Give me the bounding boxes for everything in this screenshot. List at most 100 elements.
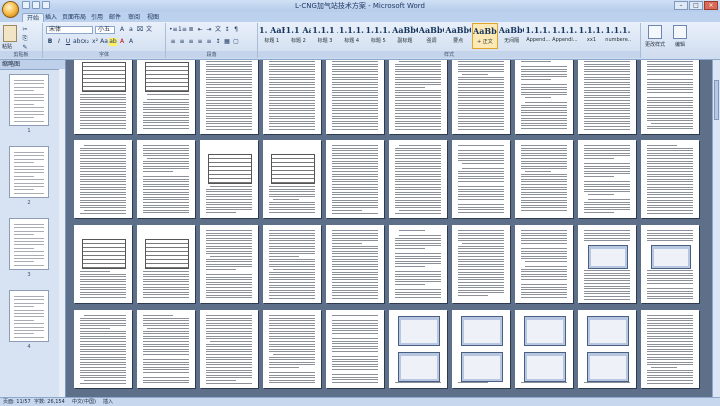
style-item[interactable]: 1.1 Aa 标题 2 (286, 23, 312, 49)
document-page[interactable] (200, 60, 258, 134)
bold-icon[interactable]: B (46, 38, 54, 46)
tab-review[interactable]: 审阅 (124, 13, 144, 22)
style-item[interactable]: 1. AaE 标题 1 (259, 23, 285, 49)
paste-button[interactable] (3, 25, 17, 42)
document-page[interactable] (452, 60, 510, 134)
page-thumbnail[interactable] (9, 218, 49, 270)
copy-icon[interactable]: ⎘ (21, 35, 29, 43)
document-page[interactable] (641, 140, 699, 218)
page-thumbnail[interactable] (9, 290, 49, 342)
maximize-button[interactable]: □ (689, 1, 703, 10)
bullets-icon[interactable]: •≡ (169, 26, 178, 34)
line-spacing-icon[interactable]: ↕ (214, 38, 222, 46)
document-page[interactable] (515, 310, 573, 388)
superscript-icon[interactable]: x² (91, 38, 99, 46)
document-page[interactable] (137, 225, 195, 303)
close-button[interactable]: × (704, 1, 718, 10)
clear-format-icon[interactable]: ⌧ (136, 26, 144, 34)
document-page[interactable] (200, 225, 258, 303)
vertical-scrollbar[interactable] (712, 60, 720, 397)
document-page[interactable] (326, 310, 384, 388)
chinese-layout-icon[interactable]: 文 (214, 26, 222, 34)
document-page[interactable] (578, 60, 636, 134)
show-marks-icon[interactable]: ¶ (232, 26, 240, 34)
underline-icon[interactable]: U (64, 38, 72, 46)
tab-view[interactable]: 视图 (143, 13, 163, 22)
style-item[interactable]: 1.1.1.1.1 Append... (525, 23, 551, 49)
document-page[interactable] (74, 225, 132, 303)
tab-references[interactable]: 引用 (87, 13, 107, 22)
document-page[interactable] (263, 310, 321, 388)
strikethrough-icon[interactable]: abc (73, 38, 84, 46)
style-item[interactable]: 1.1.1.1 标题 4 (339, 23, 365, 49)
document-page[interactable] (326, 140, 384, 218)
font-size-box[interactable]: 小五 (95, 26, 115, 34)
change-styles-button[interactable]: 更改样式 (644, 25, 666, 51)
document-page[interactable] (200, 140, 258, 218)
document-page[interactable] (641, 225, 699, 303)
document-page[interactable] (389, 140, 447, 218)
document-page[interactable] (578, 310, 636, 388)
style-item[interactable]: AaBbCcDc 无间隔 (499, 23, 525, 49)
document-page[interactable] (263, 60, 321, 134)
document-page[interactable] (263, 140, 321, 218)
decrease-indent-icon[interactable]: ⇤ (196, 26, 204, 34)
document-page[interactable] (263, 225, 321, 303)
office-button[interactable] (2, 1, 19, 18)
document-page[interactable] (515, 140, 573, 218)
style-item[interactable]: 1.1.1.1.1 numbere... (605, 23, 631, 49)
document-page[interactable] (452, 140, 510, 218)
document-page[interactable] (74, 60, 132, 134)
style-item[interactable]: AaBbC 副标题 (392, 23, 418, 49)
document-canvas[interactable] (66, 60, 712, 397)
document-page[interactable] (200, 310, 258, 388)
phonetic-icon[interactable]: 文 (145, 26, 153, 34)
document-page[interactable] (578, 225, 636, 303)
document-page[interactable] (515, 60, 573, 134)
increase-indent-icon[interactable]: ⇥ (205, 26, 213, 34)
document-page[interactable] (389, 310, 447, 388)
multilevel-list-icon[interactable]: ≣ (187, 26, 195, 34)
highlight-icon[interactable]: ab (109, 38, 117, 46)
document-page[interactable] (389, 60, 447, 134)
style-item[interactable]: 1.1.1.1.1 标题 5 (366, 23, 392, 49)
document-page[interactable] (641, 310, 699, 388)
document-page[interactable] (74, 310, 132, 388)
numbering-icon[interactable]: 1≡ (178, 26, 187, 34)
shading-icon[interactable]: ▦ (223, 38, 231, 46)
page-thumbnail[interactable] (9, 146, 49, 198)
document-page[interactable] (326, 225, 384, 303)
document-page[interactable] (641, 60, 699, 134)
font-color-icon[interactable]: A (118, 38, 126, 46)
align-right-icon[interactable]: ≡ (187, 38, 195, 46)
style-item[interactable]: 1.1.1 A 标题 3 (312, 23, 338, 49)
align-center-icon[interactable]: ≡ (178, 38, 186, 46)
document-page[interactable] (137, 310, 195, 388)
document-page[interactable] (326, 60, 384, 134)
document-page[interactable] (74, 140, 132, 218)
style-item[interactable]: AaBbCcL + 正文 (472, 23, 498, 49)
document-page[interactable] (137, 60, 195, 134)
shrink-font-icon[interactable]: a (127, 26, 135, 34)
editing-button[interactable]: 编辑 (669, 25, 691, 51)
sort-icon[interactable]: ↕ (223, 26, 231, 34)
grow-font-icon[interactable]: A (118, 26, 126, 34)
scrollbar-thumb[interactable] (714, 80, 719, 120)
style-item[interactable]: 1.1.1.1.1 xx1 (579, 23, 605, 49)
document-page[interactable] (578, 140, 636, 218)
minimize-button[interactable]: – (674, 1, 688, 10)
document-page[interactable] (452, 225, 510, 303)
document-page[interactable] (515, 225, 573, 303)
style-item[interactable]: AaBbCcL 强调 (419, 23, 445, 49)
subscript-icon[interactable]: x₂ (82, 38, 90, 46)
tab-page-layout[interactable]: 页面布局 (58, 13, 90, 22)
tab-mailings[interactable]: 邮件 (105, 13, 125, 22)
thumbnail-scrollbar[interactable] (59, 69, 65, 397)
document-page[interactable] (137, 140, 195, 218)
justify-icon[interactable]: ≡ (196, 38, 204, 46)
italic-icon[interactable]: I (55, 38, 63, 46)
style-item[interactable]: AaBbCc 要点 (445, 23, 471, 49)
align-left-icon[interactable]: ≡ (169, 38, 177, 46)
document-page[interactable] (389, 225, 447, 303)
cut-icon[interactable]: ✂ (21, 26, 29, 34)
